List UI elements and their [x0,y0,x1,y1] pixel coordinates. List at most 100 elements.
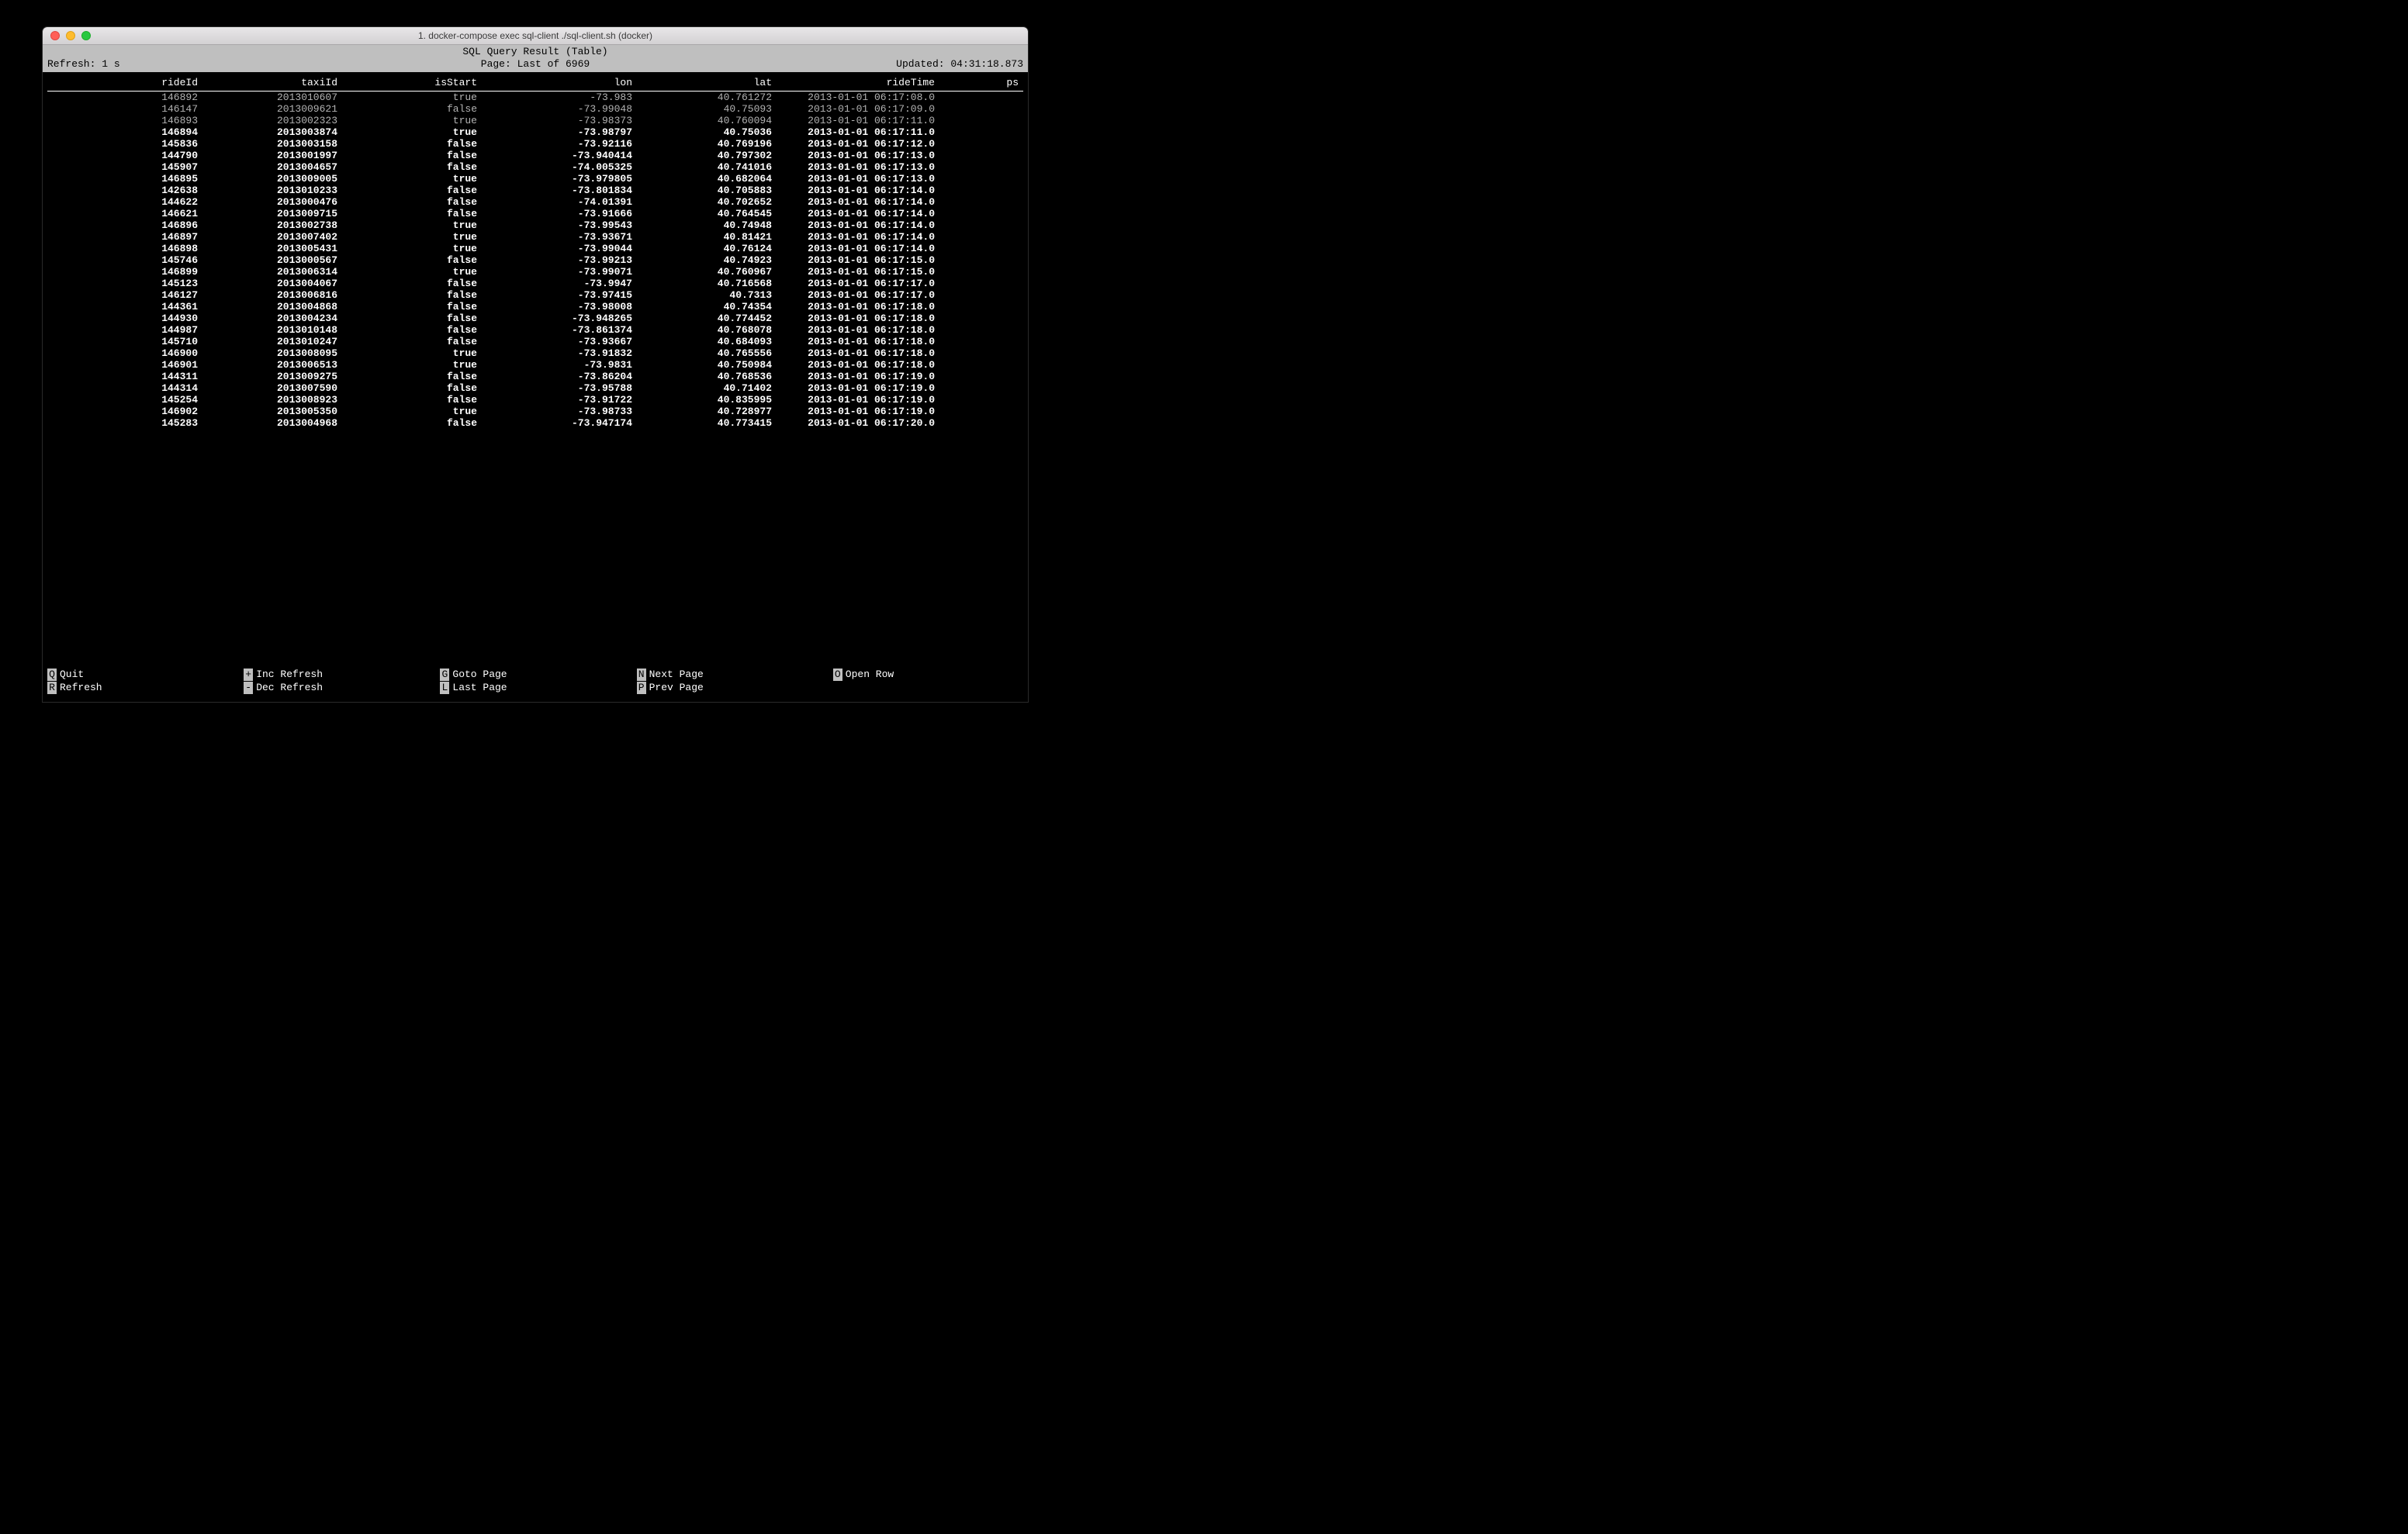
table-row[interactable]: 1468992013006314true-73.9907140.76096720… [47,266,1023,278]
table-row[interactable]: 1468962013002738true-73.9954340.74948201… [47,219,1023,231]
shortcut-label: Quit [60,669,84,680]
cell-lon: -73.86204 [482,371,637,382]
table-row[interactable]: 1468932013002323true-73.9837340.76009420… [47,115,1023,126]
cell-lat: 40.769196 [637,138,777,150]
table-row[interactable]: 1469022013005350true-73.9873340.72897720… [47,406,1023,417]
table-row[interactable]: 1457102013010247false-73.9366740.6840932… [47,336,1023,347]
shortcut-item: OOpen Row [833,669,1023,681]
cell-lon: -73.979805 [482,173,637,185]
cell-rideTime: 2013-01-01 06:17:14.0 [777,243,939,254]
table-row[interactable]: 1452832013004968false-73.94717440.773415… [47,417,1023,429]
shortcut-item: NNext Page [637,669,827,681]
cell-lon: -73.948265 [482,313,637,324]
cell-taxiId: 2013010148 [202,324,342,336]
cell-ps [939,278,1023,289]
cell-rideId: 146895 [47,173,202,185]
titlebar[interactable]: 1. docker-compose exec sql-client ./sql-… [43,27,1028,45]
cell-lon: -74.01391 [482,196,637,208]
shortcut-key: - [244,682,253,694]
cell-taxiId: 2013005431 [202,243,342,254]
table-row[interactable]: 1459072013004657false-74.00532540.741016… [47,161,1023,173]
cell-lon: -73.99543 [482,219,637,231]
cell-lat: 40.835995 [637,394,777,406]
table-row[interactable]: 1466212013009715false-73.9166640.7645452… [47,208,1023,219]
table-row[interactable]: 1469002013008095true-73.9183240.76555620… [47,347,1023,359]
cell-rideId: 146897 [47,231,202,243]
cell-ps [939,243,1023,254]
table-row[interactable]: 1469012013006513true-73.983140.750984201… [47,359,1023,371]
shortcut-label: Goto Page [452,669,507,680]
col-taxiId: taxiId [202,77,342,92]
table-row[interactable]: 1449302013004234false-73.94826540.774452… [47,313,1023,324]
cell-ps [939,208,1023,219]
table-header-row: rideId taxiId isStart lon lat rideTime p… [47,77,1023,92]
cell-ps [939,313,1023,324]
minimize-icon[interactable] [66,31,75,40]
zoom-icon[interactable] [81,31,91,40]
cell-rideId: 146900 [47,347,202,359]
table-row[interactable]: 1468942013003874true-73.9879740.75036201… [47,126,1023,138]
table-row[interactable]: 1443142013007590false-73.9578840.7140220… [47,382,1023,394]
table-row[interactable]: 1461472013009621false-73.9904840.7509320… [47,103,1023,115]
close-icon[interactable] [50,31,60,40]
table-row[interactable]: 1457462013000567false-73.9921340.7492320… [47,254,1023,266]
cell-rideTime: 2013-01-01 06:17:11.0 [777,115,939,126]
cell-isStart: true [342,243,482,254]
table-row[interactable]: 1443612013004868false-73.9800840.7435420… [47,301,1023,313]
cell-lon: -73.95788 [482,382,637,394]
table-row[interactable]: 1468982013005431true-73.9904440.76124201… [47,243,1023,254]
cell-rideTime: 2013-01-01 06:17:14.0 [777,196,939,208]
cell-lat: 40.76124 [637,243,777,254]
cell-isStart: true [342,406,482,417]
table-row[interactable]: 1468972013007402true-73.9367140.81421201… [47,231,1023,243]
cell-taxiId: 2013006816 [202,289,342,301]
cell-lon: -73.940414 [482,150,637,161]
cell-rideId: 144314 [47,382,202,394]
table-row[interactable]: 1468952013009005true-73.97980540.6820642… [47,173,1023,185]
table-row[interactable]: 1452542013008923false-73.9172240.8359952… [47,394,1023,406]
cell-lat: 40.764545 [637,208,777,219]
cell-rideTime: 2013-01-01 06:17:18.0 [777,347,939,359]
cell-taxiId: 2013010233 [202,185,342,196]
cell-rideTime: 2013-01-01 06:17:15.0 [777,254,939,266]
table-row[interactable]: 1468922013010607true-73.98340.7612722013… [47,92,1023,104]
cell-rideId: 144790 [47,150,202,161]
cell-isStart: false [342,150,482,161]
shortcut-item [833,682,1023,694]
cell-ps [939,336,1023,347]
cell-isStart: true [342,92,482,104]
result-content: rideId taxiId isStart lon lat rideTime p… [43,72,1028,665]
cell-lat: 40.797302 [637,150,777,161]
cell-isStart: false [342,394,482,406]
cell-rideTime: 2013-01-01 06:17:12.0 [777,138,939,150]
shortcut-label: Dec Refresh [256,682,323,693]
cell-lon: -73.91666 [482,208,637,219]
cell-ps [939,173,1023,185]
cell-lon: -73.93671 [482,231,637,243]
cell-taxiId: 2013007402 [202,231,342,243]
cell-lat: 40.75093 [637,103,777,115]
cell-rideTime: 2013-01-01 06:17:19.0 [777,371,939,382]
refresh-status: Refresh: 1 s [47,58,120,71]
table-row[interactable]: 1451232013004067false-73.994740.71656820… [47,278,1023,289]
table-row[interactable]: 1426382013010233false-73.80183440.705883… [47,185,1023,196]
shortcut-item: PPrev Page [637,682,827,694]
cell-rideId: 146901 [47,359,202,371]
shortcut-item: QQuit [47,669,237,681]
cell-lon: -73.9947 [482,278,637,289]
table-row[interactable]: 1446222013000476false-74.0139140.7026522… [47,196,1023,208]
table-row[interactable]: 1443112013009275false-73.8620440.7685362… [47,371,1023,382]
cell-isStart: false [342,278,482,289]
table-row[interactable]: 1447902013001997false-73.94041440.797302… [47,150,1023,161]
cell-taxiId: 2013001997 [202,150,342,161]
cell-rideTime: 2013-01-01 06:17:20.0 [777,417,939,429]
cell-taxiId: 2013010247 [202,336,342,347]
table-row[interactable]: 1449872013010148false-73.86137440.768078… [47,324,1023,336]
cell-ps [939,266,1023,278]
shortcut-item: RRefresh [47,682,237,694]
table-row[interactable]: 1461272013006816false-73.9741540.7313201… [47,289,1023,301]
table-row[interactable]: 1458362013003158false-73.9211640.7691962… [47,138,1023,150]
shortcut-key: Q [47,669,57,681]
cell-rideId: 146147 [47,103,202,115]
cell-ps [939,406,1023,417]
